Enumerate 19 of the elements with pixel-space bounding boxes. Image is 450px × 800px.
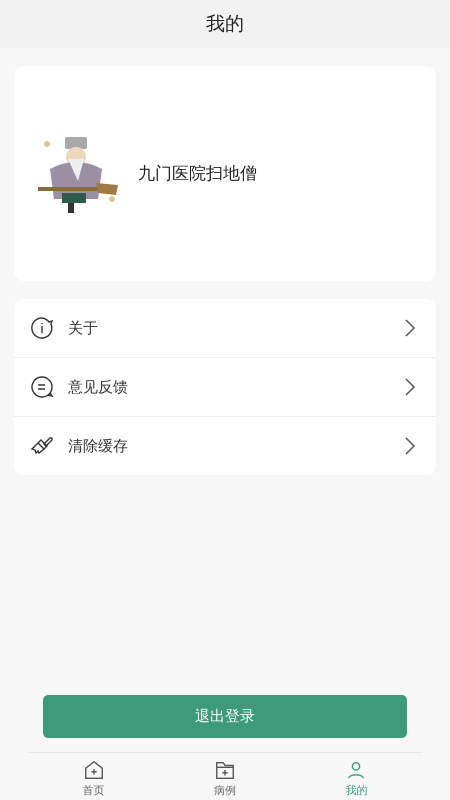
chevron-right-icon <box>404 318 416 338</box>
menu-item[interactable]: 清除缓存 <box>14 416 436 475</box>
nav-tab[interactable]: 首页 <box>28 753 160 800</box>
user-name: 九门医院扫地僧 <box>138 163 257 185</box>
menu-label: 关于 <box>68 318 99 338</box>
home-icon <box>82 759 105 781</box>
menu-item[interactable]: 意见反馈 <box>14 357 436 416</box>
menu-label: 清除缓存 <box>68 436 129 456</box>
page-title: 我的 <box>206 12 244 37</box>
chevron-right-icon <box>404 436 416 456</box>
chevron-right-icon <box>404 377 416 397</box>
info-icon <box>30 316 54 340</box>
menu-item[interactable]: 关于 <box>14 299 436 357</box>
menu-label: 意见反馈 <box>68 378 129 396</box>
logout-button[interactable]: 退出登录 <box>43 695 407 738</box>
folder-plus-icon <box>214 759 236 781</box>
nav-tab[interactable]: 病例 <box>159 753 291 800</box>
nav-tab[interactable]: 我的 <box>290 753 422 800</box>
chat-bubble-icon <box>30 375 54 399</box>
